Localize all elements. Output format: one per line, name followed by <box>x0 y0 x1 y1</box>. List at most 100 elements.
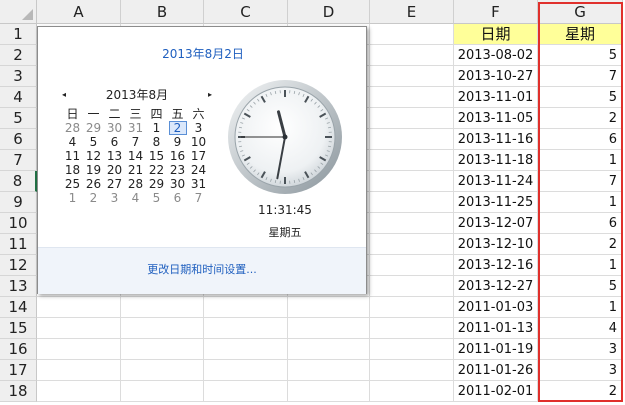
calendar-day[interactable]: 7 <box>125 135 146 149</box>
row-header-14[interactable]: 14 <box>0 297 37 318</box>
cell-e6[interactable] <box>370 129 454 150</box>
cell-e16[interactable] <box>370 339 454 360</box>
calendar-day[interactable]: 2 <box>83 191 104 205</box>
row-header-11[interactable]: 11 <box>0 234 37 255</box>
calendar-day[interactable]: 30 <box>104 121 125 135</box>
cell-e2[interactable] <box>370 45 454 66</box>
cell-f6[interactable]: 2013-11-16 <box>454 129 538 150</box>
cell-e14[interactable] <box>370 297 454 318</box>
cell-f11[interactable]: 2013-12-10 <box>454 234 538 255</box>
cell-f18[interactable]: 2011-02-01 <box>454 381 538 402</box>
cell-f16[interactable]: 2011-01-19 <box>454 339 538 360</box>
calendar-day[interactable]: 22 <box>146 163 167 177</box>
row-header-4[interactable]: 4 <box>0 87 37 108</box>
row-header-5[interactable]: 5 <box>0 108 37 129</box>
cell-e11[interactable] <box>370 234 454 255</box>
cell-d16[interactable] <box>288 339 370 360</box>
column-header-e[interactable]: E <box>370 0 454 24</box>
row-header-6[interactable]: 6 <box>0 129 37 150</box>
row-header-13[interactable]: 13 <box>0 276 37 297</box>
cell-a16[interactable] <box>37 339 121 360</box>
calendar-day[interactable]: 1 <box>146 121 167 135</box>
cell-e8[interactable] <box>370 171 454 192</box>
calendar-today-marker[interactable]: 2 <box>168 121 187 135</box>
month-title[interactable]: 2013年8月 <box>62 87 212 103</box>
row-header-15[interactable]: 15 <box>0 318 37 339</box>
row-header-10[interactable]: 10 <box>0 213 37 234</box>
calendar-day[interactable]: 11 <box>62 149 83 163</box>
cell-b14[interactable] <box>121 297 204 318</box>
calendar-day[interactable]: 27 <box>104 177 125 191</box>
calendar-day[interactable]: 12 <box>83 149 104 163</box>
cell-f2[interactable]: 2013-08-02 <box>454 45 538 66</box>
row-header-2[interactable]: 2 <box>0 45 37 66</box>
cell-e7[interactable] <box>370 150 454 171</box>
calendar-day[interactable]: 4 <box>62 135 83 149</box>
cell-e10[interactable] <box>370 213 454 234</box>
cell-d18[interactable] <box>288 381 370 402</box>
calendar-day[interactable]: 16 <box>167 149 188 163</box>
column-header-a[interactable]: A <box>37 0 121 24</box>
cell-f10[interactable]: 2013-12-07 <box>454 213 538 234</box>
calendar-day[interactable]: 13 <box>104 149 125 163</box>
full-date-heading[interactable]: 2013年8月2日 <box>38 45 368 62</box>
cell-c16[interactable] <box>204 339 288 360</box>
calendar-day[interactable]: 29 <box>83 121 104 135</box>
column-header-c[interactable]: C <box>204 0 288 24</box>
column-header-b[interactable]: B <box>121 0 204 24</box>
calendar-day[interactable]: 31 <box>188 177 209 191</box>
cell-a17[interactable] <box>37 360 121 381</box>
cell-f12[interactable]: 2013-12-16 <box>454 255 538 276</box>
calendar-day[interactable]: 3 <box>104 191 125 205</box>
select-all-corner[interactable] <box>0 0 37 24</box>
cell-e1[interactable] <box>370 24 454 45</box>
column-header-d[interactable]: D <box>288 0 370 24</box>
cell-b16[interactable] <box>121 339 204 360</box>
calendar-day[interactable]: 5 <box>83 135 104 149</box>
calendar-day[interactable]: 31 <box>125 121 146 135</box>
cell-c15[interactable] <box>204 318 288 339</box>
cell-e18[interactable] <box>370 381 454 402</box>
calendar-day[interactable]: 5 <box>146 191 167 205</box>
row-header-12[interactable]: 12 <box>0 255 37 276</box>
cell-e5[interactable] <box>370 108 454 129</box>
cell-d15[interactable] <box>288 318 370 339</box>
calendar-day[interactable]: 6 <box>167 191 188 205</box>
cell-f7[interactable]: 2013-11-18 <box>454 150 538 171</box>
row-header-1[interactable]: 1 <box>0 24 37 45</box>
calendar-day[interactable]: 14 <box>125 149 146 163</box>
calendar-day[interactable]: 1 <box>62 191 83 205</box>
cell-a18[interactable] <box>37 381 121 402</box>
calendar-day[interactable]: 17 <box>188 149 209 163</box>
cell-e17[interactable] <box>370 360 454 381</box>
calendar-day[interactable]: 15 <box>146 149 167 163</box>
calendar-day[interactable]: 28 <box>125 177 146 191</box>
calendar-day[interactable]: 3 <box>188 121 209 135</box>
cell-d14[interactable] <box>288 297 370 318</box>
cell-b18[interactable] <box>121 381 204 402</box>
cell-c14[interactable] <box>204 297 288 318</box>
cell-e13[interactable] <box>370 276 454 297</box>
cell-e4[interactable] <box>370 87 454 108</box>
next-month-icon[interactable]: ▸ <box>208 87 212 103</box>
row-header-16[interactable]: 16 <box>0 339 37 360</box>
calendar-day[interactable]: 2 <box>167 121 188 135</box>
cell-f1[interactable]: 日期 <box>454 24 538 45</box>
cell-e15[interactable] <box>370 318 454 339</box>
cell-e9[interactable] <box>370 192 454 213</box>
calendar-day[interactable]: 4 <box>125 191 146 205</box>
cell-a15[interactable] <box>37 318 121 339</box>
calendar-day[interactable]: 26 <box>83 177 104 191</box>
cell-f9[interactable]: 2013-11-25 <box>454 192 538 213</box>
cell-f13[interactable]: 2013-12-27 <box>454 276 538 297</box>
calendar-day[interactable]: 21 <box>125 163 146 177</box>
cell-f5[interactable]: 2013-11-05 <box>454 108 538 129</box>
row-header-3[interactable]: 3 <box>0 66 37 87</box>
cell-e12[interactable] <box>370 255 454 276</box>
cell-f15[interactable]: 2011-01-13 <box>454 318 538 339</box>
cell-d17[interactable] <box>288 360 370 381</box>
calendar-day[interactable]: 7 <box>188 191 209 205</box>
calendar-day[interactable]: 8 <box>146 135 167 149</box>
cell-f4[interactable]: 2013-11-01 <box>454 87 538 108</box>
calendar-day[interactable]: 25 <box>62 177 83 191</box>
